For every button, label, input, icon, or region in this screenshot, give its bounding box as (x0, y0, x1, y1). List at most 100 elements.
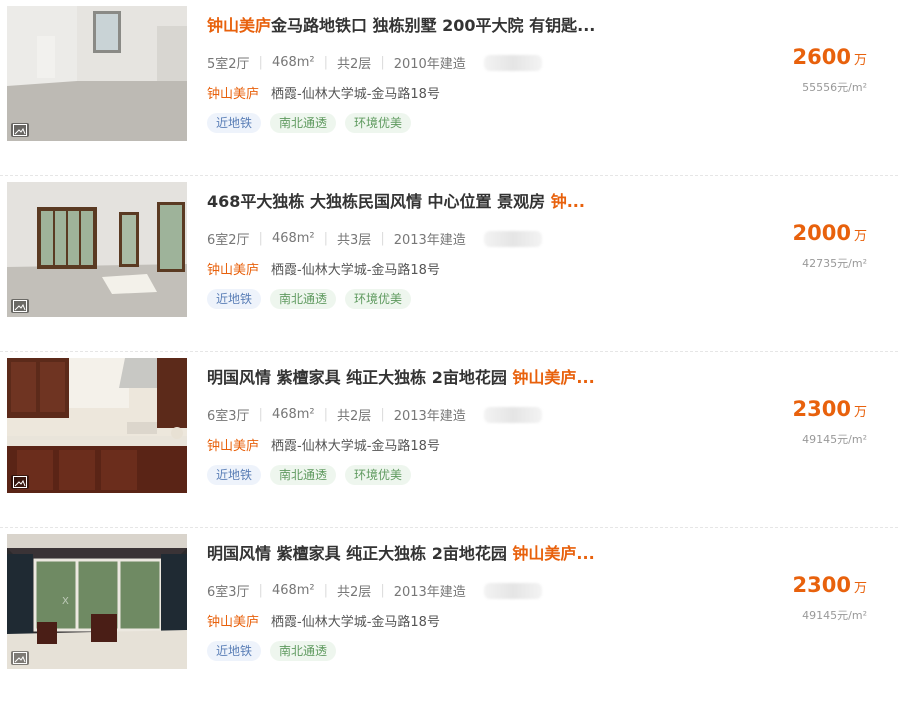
location-text: 栖霞-仙林大学城-金马路18号 (271, 263, 440, 278)
community-link[interactable]: 钟山美庐 (207, 439, 259, 454)
listing-photo[interactable] (7, 358, 187, 493)
room-photo (7, 182, 187, 317)
price-unit: 万 (853, 405, 867, 420)
total-price: 2300 万 (793, 573, 867, 597)
title-text: 明国风情 紫檀家具 纯正大独栋 2亩地花园 (207, 544, 513, 563)
total-price: 2600 万 (793, 45, 867, 69)
divider: | (323, 583, 329, 598)
price-number: 2300 (792, 573, 851, 597)
listing-title[interactable]: 钟山美庐金马路地铁口 独栋别墅 200平大院 有钥匙... (207, 12, 597, 36)
tag: 南北通透 (270, 289, 337, 309)
tag: 近地铁 (207, 113, 262, 133)
blurred-info (483, 54, 542, 71)
tag: 近地铁 (207, 289, 262, 309)
total-price: 2300 万 (793, 397, 867, 421)
tag: 环境优美 (345, 465, 412, 485)
listing-tags: 近地铁 南北通透 环境优美 (207, 113, 412, 133)
title-text: 468平大独栋 大独栋民国风情 中心位置 景观房 (207, 192, 551, 211)
blurred-info (483, 406, 542, 423)
divider: | (258, 231, 263, 246)
area-text: 468m² (271, 231, 315, 246)
listing-address: 钟山美庐 栖霞-仙林大学城-金马路18号 (207, 83, 440, 102)
listing-tags: 近地铁 南北通透 环境优美 (207, 465, 412, 485)
built-year-text: 2013年建造 (393, 409, 466, 424)
listing-address: 钟山美庐 栖霞-仙林大学城-金马路18号 (207, 259, 440, 278)
listing-address: 钟山美庐 栖霞-仙林大学城-金马路18号 (207, 611, 440, 630)
tag: 环境优美 (345, 113, 412, 133)
area-text: 468m² (271, 583, 315, 598)
area-text: 468m² (271, 55, 315, 70)
price-number: 2000 (792, 221, 851, 245)
layout-text: 5室2厅 (207, 57, 250, 72)
title-community-highlight-suffix: 钟山美庐... (512, 368, 595, 387)
location-text: 栖霞-仙林大学城-金马路18号 (271, 87, 440, 102)
listing-card[interactable]: X 明国风情 紫檀家具 纯正大独栋 2亩地花园 钟山美庐... 6室3厅 | 46… (0, 528, 898, 704)
title-community-highlight: 钟山美庐 (207, 16, 272, 35)
blurred-info (483, 230, 542, 247)
listing-card[interactable]: 明国风情 紫檀家具 纯正大独栋 2亩地花园 钟山美庐... 6室3厅 | 468m… (0, 352, 898, 528)
built-year-text: 2010年建造 (393, 57, 466, 72)
kitchen-photo (7, 358, 187, 493)
listing-tags: 近地铁 南北通透 环境优美 (207, 289, 412, 309)
tag: 环境优美 (345, 289, 412, 309)
layout-text: 6室3厅 (207, 585, 250, 600)
title-community-highlight-suffix: 钟... (550, 192, 585, 211)
listing-card[interactable]: 钟山美庐金马路地铁口 独栋别墅 200平大院 有钥匙... 5室2厅 | 468m… (0, 0, 898, 176)
listing-photo[interactable] (7, 182, 187, 317)
listing-attributes: 6室2厅 | 468m² | 共3层 | 2013年建造 (207, 229, 542, 248)
price-number: 2300 (792, 397, 851, 421)
total-price: 2000 万 (793, 221, 867, 245)
floors-text: 共2层 (337, 57, 372, 72)
community-link[interactable]: 钟山美庐 (207, 263, 259, 278)
tag: 近地铁 (207, 465, 262, 485)
divider: | (380, 583, 385, 598)
location-text: 栖霞-仙林大学城-金马路18号 (271, 615, 440, 630)
divider: | (380, 231, 385, 246)
price-unit: 万 (853, 581, 867, 596)
tag: 近地铁 (207, 641, 262, 661)
floors-text: 共2层 (337, 409, 372, 424)
title-text: 明国风情 紫檀家具 纯正大独栋 2亩地花园 (207, 368, 513, 387)
image-gallery-icon (11, 651, 29, 665)
layout-text: 6室3厅 (207, 409, 250, 424)
listing-attributes: 5室2厅 | 468m² | 共2层 | 2010年建造 (207, 53, 542, 72)
living-room-photo: X (7, 534, 187, 669)
divider: | (323, 55, 329, 70)
svg-text:X: X (62, 596, 69, 607)
title-text: 金马路地铁口 独栋别墅 200平大院 有钥匙... (271, 16, 596, 35)
unit-price: 49145元/m² (802, 433, 867, 446)
image-gallery-icon (11, 299, 29, 313)
listing-title[interactable]: 明国风情 紫檀家具 纯正大独栋 2亩地花园 钟山美庐... (207, 364, 597, 388)
community-link[interactable]: 钟山美庐 (207, 87, 259, 102)
blurred-info (483, 582, 542, 599)
area-text: 468m² (271, 407, 315, 422)
listing-photo[interactable]: X (7, 534, 187, 669)
tag: 南北通透 (270, 465, 337, 485)
divider: | (258, 55, 263, 70)
divider: | (380, 407, 385, 422)
price-unit: 万 (853, 53, 867, 68)
unit-price: 49145元/m² (802, 609, 867, 622)
listing-attributes: 6室3厅 | 468m² | 共2层 | 2013年建造 (207, 405, 542, 424)
tag: 南北通透 (270, 641, 337, 661)
tag: 南北通透 (270, 113, 337, 133)
built-year-text: 2013年建造 (393, 233, 466, 248)
listing-title[interactable]: 明国风情 紫檀家具 纯正大独栋 2亩地花园 钟山美庐... (207, 540, 597, 564)
image-gallery-icon (11, 475, 29, 489)
floors-text: 共2层 (337, 585, 372, 600)
built-year-text: 2013年建造 (393, 585, 466, 600)
listing-attributes: 6室3厅 | 468m² | 共2层 | 2013年建造 (207, 581, 542, 600)
room-photo (7, 6, 187, 141)
listing-tags: 近地铁 南北通透 (207, 641, 337, 661)
community-link[interactable]: 钟山美庐 (207, 615, 259, 630)
floors-text: 共3层 (337, 233, 372, 248)
divider: | (323, 407, 329, 422)
listing-title[interactable]: 468平大独栋 大独栋民国风情 中心位置 景观房 钟... (207, 188, 597, 212)
listing-photo[interactable] (7, 6, 187, 141)
divider: | (258, 583, 263, 598)
divider: | (323, 231, 329, 246)
price-number: 2600 (792, 45, 851, 69)
listing-list: 钟山美庐金马路地铁口 独栋别墅 200平大院 有钥匙... 5室2厅 | 468m… (0, 0, 898, 704)
listing-card[interactable]: 468平大独栋 大独栋民国风情 中心位置 景观房 钟... 6室2厅 | 468m… (0, 176, 898, 352)
title-community-highlight-suffix: 钟山美庐... (512, 544, 595, 563)
